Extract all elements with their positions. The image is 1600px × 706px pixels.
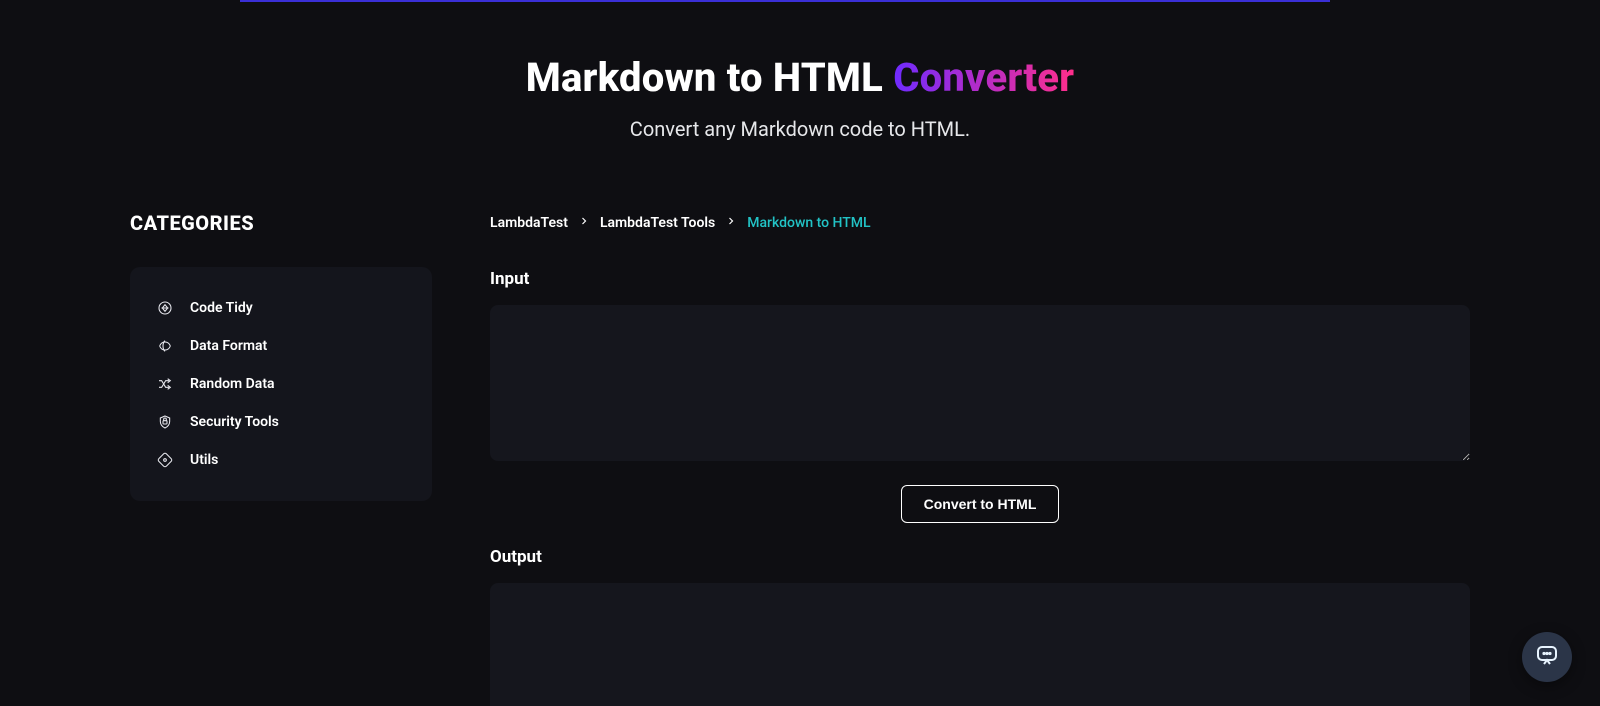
category-list: Code Tidy Data Format Random Data Securi… — [130, 267, 432, 501]
breadcrumb-item-root[interactable]: LambdaTest — [490, 215, 568, 231]
code-tidy-icon — [156, 299, 174, 317]
top-accent-bar — [240, 0, 1330, 2]
output-label: Output — [490, 547, 1470, 567]
sidebar-item-random-data[interactable]: Random Data — [150, 365, 412, 403]
security-tools-icon — [156, 413, 174, 431]
sidebar-item-label: Random Data — [190, 376, 275, 392]
page-subtitle: Convert any Markdown code to HTML. — [0, 117, 1600, 141]
sidebar-heading: CATEGORIES — [130, 211, 432, 235]
sidebar-item-label: Data Format — [190, 338, 267, 354]
sidebar-item-security-tools[interactable]: Security Tools — [150, 403, 412, 441]
sidebar: CATEGORIES Code Tidy Data Format Random … — [130, 211, 432, 501]
hero-section: Markdown to HTML Converter Convert any M… — [0, 0, 1600, 141]
output-textarea[interactable] — [490, 583, 1470, 706]
page-title-gradient: Converter — [893, 54, 1074, 101]
utils-icon — [156, 451, 174, 469]
chat-widget-button[interactable] — [1522, 632, 1572, 682]
page-title-main: Markdown to HTML — [526, 54, 894, 101]
chevron-right-icon — [725, 215, 737, 231]
convert-button[interactable]: Convert to HTML — [901, 485, 1060, 523]
page-title: Markdown to HTML Converter — [0, 54, 1600, 101]
breadcrumb-item-tools[interactable]: LambdaTest Tools — [600, 215, 715, 231]
input-textarea[interactable] — [490, 305, 1470, 461]
sidebar-item-code-tidy[interactable]: Code Tidy — [150, 289, 412, 327]
breadcrumb-item-current: Markdown to HTML — [747, 215, 870, 231]
input-label: Input — [490, 269, 1470, 289]
sidebar-item-label: Utils — [190, 452, 218, 468]
sidebar-item-utils[interactable]: Utils — [150, 441, 412, 479]
data-format-icon — [156, 337, 174, 355]
breadcrumb: LambdaTest LambdaTest Tools Markdown to … — [490, 215, 1470, 231]
sidebar-item-data-format[interactable]: Data Format — [150, 327, 412, 365]
sidebar-item-label: Security Tools — [190, 414, 279, 430]
chat-icon — [1535, 643, 1559, 671]
main-panel: LambdaTest LambdaTest Tools Markdown to … — [490, 211, 1470, 706]
chevron-right-icon — [578, 215, 590, 231]
random-data-icon — [156, 375, 174, 393]
sidebar-item-label: Code Tidy — [190, 300, 253, 316]
